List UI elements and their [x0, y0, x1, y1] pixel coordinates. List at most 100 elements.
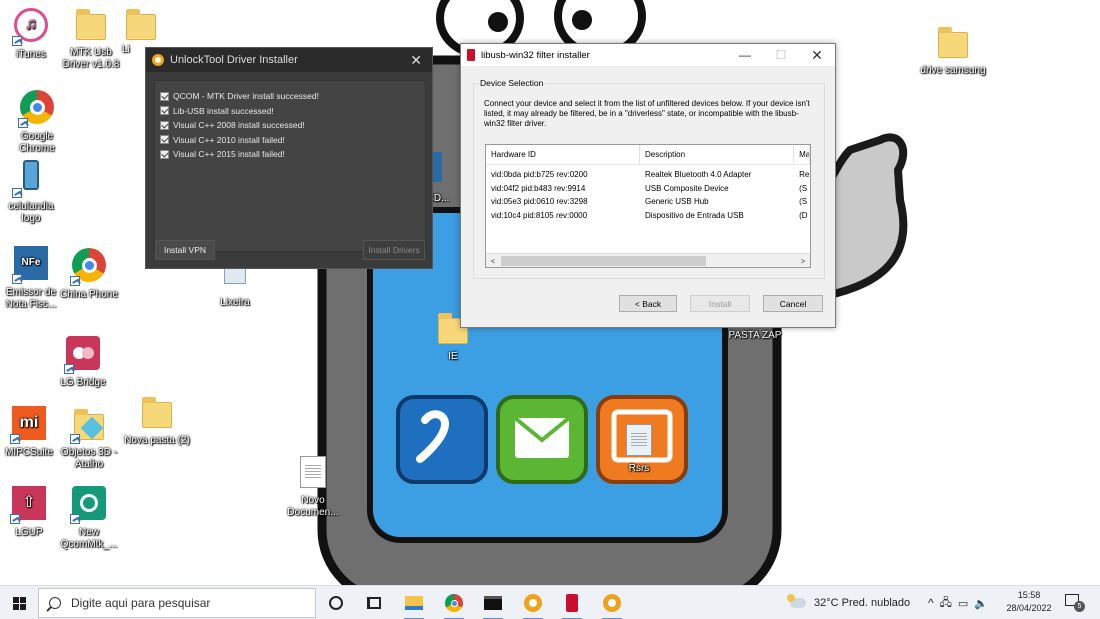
desktop-icon-itunes[interactable]: ♫ iTunes — [0, 6, 64, 61]
qcommtk-icon — [70, 486, 108, 524]
column-header-hardware-id[interactable]: Hardware ID — [486, 145, 641, 164]
search-icon — [49, 597, 61, 609]
3d-objects-icon — [70, 406, 108, 444]
start-button[interactable] — [0, 586, 38, 619]
desktop-icon-emissor-nfe[interactable]: NFe Emissor de Nota Fisc... — [0, 244, 64, 311]
desktop-icon-nova-pasta[interactable]: Nova pasta (2) — [124, 394, 190, 447]
desktop-icon-rsrs[interactable]: Rsrs — [606, 422, 672, 475]
cortana-icon[interactable] — [324, 591, 348, 615]
column-header-description[interactable]: Description — [640, 145, 795, 164]
table-header: Hardware ID Description Ma — [486, 145, 810, 165]
desktop-icon-new-qcommtk[interactable]: New QcomMtk_... — [56, 484, 122, 551]
weather-widget[interactable]: 32°C Pred. nublado — [787, 586, 911, 619]
folder-icon — [72, 6, 110, 44]
back-button[interactable]: < Back — [619, 295, 677, 312]
desktop-icon-pasta-zap[interactable]: PASTA ZAP — [720, 330, 790, 342]
install-log-list: QCOM - MTK Driver install successed! Lib… — [154, 80, 426, 252]
log-item[interactable]: Visual C++ 2008 install successed! — [155, 118, 425, 133]
log-item[interactable]: QCOM - MTK Driver install successed! — [155, 89, 425, 104]
instructions-text: Connect your device and select it from t… — [484, 99, 810, 128]
unlocktool-title: UnlockTool Driver Installer — [170, 54, 298, 66]
libusb-taskbar-icon[interactable] — [560, 591, 584, 619]
weather-text: 32°C Pred. nublado — [814, 597, 911, 609]
lg-bridge-icon — [64, 336, 102, 374]
table-row[interactable]: vid:05e3 pid:0610 rev:3298 Generic USB H… — [486, 195, 810, 209]
windows-logo-icon — [12, 596, 26, 610]
install-button[interactable]: Install — [690, 295, 750, 312]
desktop-icon-lg-bridge[interactable]: LG Bridge — [50, 334, 116, 389]
battery-icon[interactable]: ▭ — [958, 597, 968, 610]
checkbox-checked-icon[interactable] — [160, 135, 169, 145]
lgup-icon: ⇧ — [10, 486, 48, 524]
document-icon — [294, 454, 332, 492]
desktop-icon-mtk-usb-driver[interactable]: MTK Usb Driver v1.0.8 — [58, 6, 124, 71]
cancel-button[interactable]: Cancel — [763, 295, 823, 312]
desktop-icon-novo-documento[interactable]: Novo Documen... — [280, 454, 346, 519]
clock-date: 28/04/2022 — [1006, 603, 1052, 613]
file-explorer-icon[interactable] — [402, 591, 426, 619]
table-row[interactable]: vid:10c4 pid:8105 rev:0000 Dispositivo d… — [486, 209, 810, 223]
taskbar: Digite aqui para pesquisar 32°C Pred. nu… — [0, 585, 1100, 619]
folder-icon — [122, 6, 160, 44]
taskbar-search-box[interactable]: Digite aqui para pesquisar — [38, 588, 316, 618]
table-row[interactable]: vid:0bda pid:b725 rev:0200 Realtek Bluet… — [486, 168, 810, 182]
unlocktool-window: UnlockTool Driver Installer ✕ QCOM - MTK… — [145, 47, 433, 269]
search-placeholder: Digite aqui para pesquisar — [71, 596, 211, 610]
maximize-button[interactable]: ☐ — [763, 44, 799, 66]
scrollbar-thumb[interactable] — [501, 256, 706, 266]
network-icon[interactable]: 🖧 — [940, 594, 952, 613]
unlocktool-taskbar-icon[interactable] — [521, 591, 545, 619]
desktop-icon-objetos-3d[interactable]: Objetos 3D - Atalho — [56, 406, 122, 471]
minimize-button[interactable]: — — [727, 44, 763, 66]
checkbox-checked-icon[interactable] — [160, 91, 169, 101]
libusb-title: libusb-win32 filter installer — [481, 49, 590, 61]
install-drivers-button[interactable]: Install Drivers — [363, 240, 425, 260]
chevron-up-icon[interactable]: ^ — [928, 596, 934, 610]
unlocktool-titlebar[interactable]: UnlockTool Driver Installer — [146, 48, 432, 72]
chrome-icon — [70, 248, 108, 286]
nfe-icon: NFe — [12, 246, 50, 284]
unlocktool-logo-icon — [152, 54, 164, 66]
task-view-icon[interactable] — [362, 591, 386, 615]
device-selection-title: Device Selection — [478, 78, 546, 88]
folder-icon — [138, 394, 176, 432]
desktop-icon-lgup[interactable]: ⇧ LGUP — [0, 484, 62, 539]
cloud-sun-icon — [787, 594, 806, 608]
scroll-left-icon[interactable]: < — [486, 255, 500, 267]
folder-icon — [934, 24, 972, 62]
desktop-icon-china-phone[interactable]: China Phone — [56, 246, 122, 301]
column-header-manufacturer[interactable]: Ma — [794, 145, 810, 164]
install-vpn-button[interactable]: Install VPN — [155, 240, 215, 260]
notification-center-icon[interactable]: 5 — [1065, 594, 1085, 612]
close-icon[interactable]: ✕ — [410, 52, 422, 69]
libusb-app-icon — [467, 49, 475, 61]
table-row[interactable]: vid:04f2 pid:b483 rev:9914 USB Composite… — [486, 182, 810, 196]
desktop-icon-drive-samsung[interactable]: drive samsung — [920, 24, 986, 77]
volume-icon[interactable]: 🔈 — [974, 597, 988, 610]
chrome-icon — [18, 90, 56, 128]
checkbox-checked-icon[interactable] — [160, 149, 169, 159]
desktop-icon-mipcsuite[interactable]: mi MIPCSuite — [0, 404, 62, 459]
horizontal-scrollbar[interactable]: < > — [486, 253, 810, 267]
checkbox-checked-icon[interactable] — [160, 120, 169, 130]
libusb-window: libusb-win32 filter installer — ☐ ✕ Devi… — [460, 43, 836, 328]
notification-count-badge: 5 — [1074, 601, 1085, 612]
close-button[interactable]: ✕ — [799, 44, 835, 66]
clock[interactable]: 15:58 28/04/2022 — [1003, 589, 1055, 615]
log-item[interactable]: Lib-USB install successed! — [155, 104, 425, 119]
system-tray: ^ 🖧 ▭ 🔈 — [928, 586, 988, 619]
chrome-taskbar-icon[interactable] — [442, 591, 466, 619]
log-item[interactable]: Visual C++ 2010 install failed! — [155, 133, 425, 148]
phone-logo-icon — [12, 160, 50, 198]
desktop-icon-celulandia-logo[interactable]: celulandia logo — [0, 158, 64, 225]
desktop-icon-google-chrome[interactable]: Google Chrome — [4, 88, 70, 155]
unlocktool-second-taskbar-icon[interactable] — [600, 591, 624, 619]
checkbox-checked-icon[interactable] — [160, 106, 169, 116]
scroll-right-icon[interactable]: > — [796, 255, 810, 267]
itunes-icon: ♫ — [12, 8, 50, 46]
file-icon — [620, 422, 658, 460]
log-item[interactable]: Visual C++ 2015 install failed! — [155, 147, 425, 162]
terminal-icon[interactable] — [481, 591, 505, 619]
mi-icon: mi — [10, 406, 48, 444]
device-table[interactable]: Hardware ID Description Ma vid:0bda pid:… — [485, 144, 811, 268]
